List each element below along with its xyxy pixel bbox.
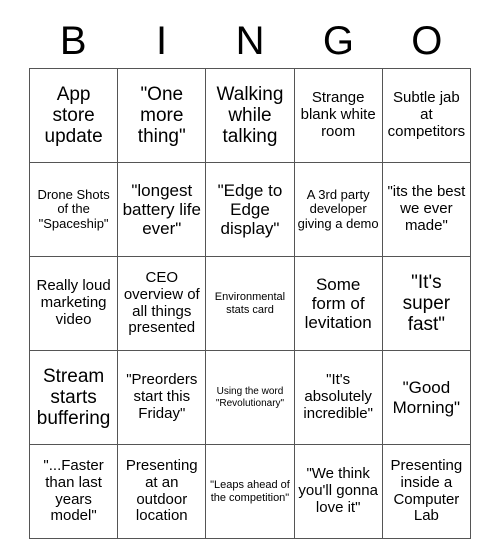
bingo-row: App store update "One more thing" Walkin… [28,68,472,163]
bingo-cell-text: Using the word "Revolutionary" [215,386,285,409]
bingo-cell-text: "...Faster than last years model" [43,456,104,525]
bingo-cell-text: Stream starts buffering [36,365,111,430]
bingo-cell[interactable]: Subtle jab at competitors [381,68,472,163]
bingo-cell-center[interactable]: Environmental stats card [205,256,295,351]
bingo-cell[interactable]: Stream starts buffering [28,350,119,445]
bingo-cell[interactable]: "longest battery life ever" [117,162,207,257]
bingo-cell-text: "We think you'll gonna love it" [298,465,378,516]
bingo-row: Drone Shots of the "Spaceship" "longest … [28,162,472,257]
bingo-cell[interactable]: "It's super fast" [381,256,472,351]
bingo-cell-text: "Leaps ahead of the competition" [210,479,290,504]
bingo-row: Really loud marketing video CEO overview… [28,256,472,351]
bingo-cell[interactable]: Some form of levitation [293,256,383,351]
bingo-cell[interactable]: "It's absolutely incredible" [293,350,383,445]
bingo-cell[interactable]: Strange blank white room [293,68,383,163]
bingo-cell-text: Walking while talking [216,83,284,148]
bingo-cell[interactable]: Presenting inside a Computer Lab [381,444,472,539]
bingo-card: B I N G O App store update "One more thi… [28,14,472,539]
bingo-header-row: B I N G O [29,14,471,68]
bingo-row: "...Faster than last years model" Presen… [28,444,472,539]
bingo-cell[interactable]: Presenting at an outdoor location [117,444,207,539]
bingo-cell[interactable]: "Edge to Edge display" [205,162,295,257]
bingo-cell-text: App store update [44,83,103,148]
bingo-cell-text: "Edge to Edge display" [217,180,283,239]
bingo-cell[interactable]: Really loud marketing video [28,256,119,351]
bingo-cell-text: "Good Morning" [392,378,461,417]
bingo-cell[interactable]: "Leaps ahead of the competition" [205,444,295,539]
bingo-cell-text: Presenting at an outdoor location [125,456,198,525]
bingo-cell[interactable]: App store update [28,68,119,163]
bingo-cell-text: "It's absolutely incredible" [303,371,373,422]
bingo-cell-text: A 3rd party developer giving a demo [297,186,379,231]
bingo-cell-text: "its the best we ever made" [387,183,466,234]
bingo-cell[interactable]: Using the word "Revolutionary" [205,350,295,445]
bingo-grid: App store update "One more thing" Walkin… [28,68,472,539]
bingo-cell-text: Environmental stats card [214,291,286,316]
bingo-cell-text: "It's super fast" [402,271,451,336]
bingo-cell-text: Presenting inside a Computer Lab [390,456,463,525]
bingo-header-letter-g: G [322,19,354,63]
bingo-cell[interactable]: Walking while talking [205,68,295,163]
bingo-cell-text: "Preorders start this Friday" [126,371,198,422]
bingo-cell-text: Some form of levitation [304,274,372,333]
bingo-cell[interactable]: A 3rd party developer giving a demo [293,162,383,257]
bingo-cell[interactable]: "Preorders start this Friday" [117,350,207,445]
bingo-header-letter-n: N [235,19,265,63]
bingo-cell-text: "longest battery life ever" [122,180,201,239]
bingo-header-letter-o: O [411,19,443,63]
bingo-cell-text: Strange blank white room [300,89,376,140]
bingo-row: Stream starts buffering "Preorders start… [28,350,472,445]
bingo-cell-text: "One more thing" [137,83,186,148]
bingo-cell[interactable]: CEO overview of all things presented [117,256,207,351]
bingo-cell-text: Really loud marketing video [36,277,111,328]
bingo-cell[interactable]: Drone Shots of the "Spaceship" [28,162,119,257]
bingo-cell-text: Drone Shots of the "Spaceship" [37,186,110,231]
bingo-page: B I N G O App store update "One more thi… [0,0,500,544]
bingo-cell[interactable]: "We think you'll gonna love it" [293,444,383,539]
bingo-header-letter-i: I [156,19,168,63]
bingo-header-letter-b: B [59,19,87,63]
bingo-cell[interactable]: "Good Morning" [381,350,472,445]
bingo-cell[interactable]: "One more thing" [117,68,207,163]
bingo-cell[interactable]: "its the best we ever made" [381,162,472,257]
bingo-cell-text: Subtle jab at competitors [387,89,466,140]
bingo-cell-text: CEO overview of all things presented [123,268,200,337]
bingo-cell[interactable]: "...Faster than last years model" [28,444,119,539]
